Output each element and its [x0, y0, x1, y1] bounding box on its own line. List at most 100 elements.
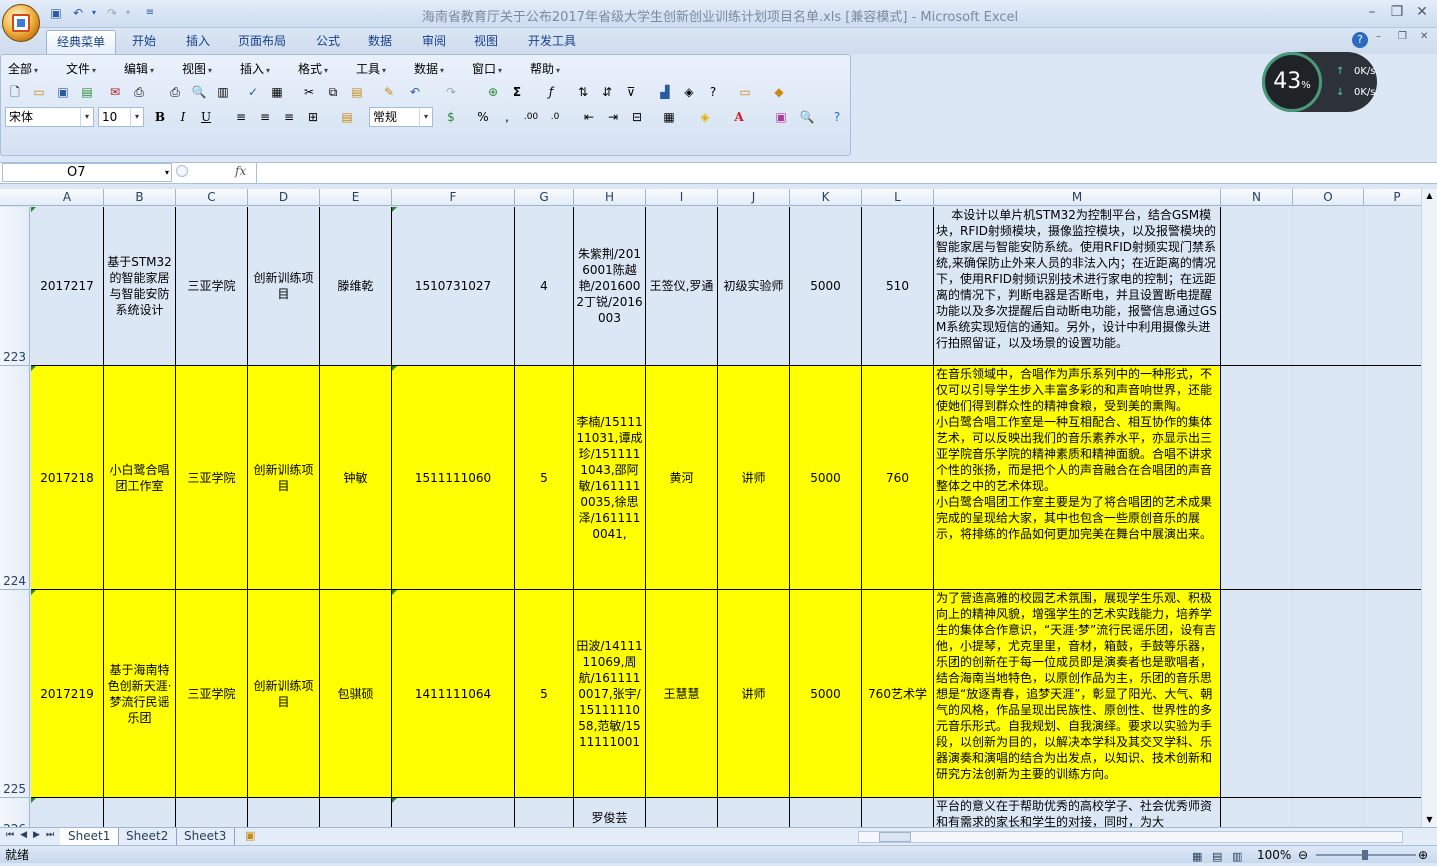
sheet-nav-icons[interactable]: ⏮◀▶⏭: [6, 830, 60, 840]
paste-icon[interactable]: ▤: [347, 82, 367, 102]
cell-I[interactable]: 黄河: [646, 366, 718, 589]
cell-C[interactable]: 三亚学院: [176, 590, 248, 797]
minimize-icon[interactable]: –: [1361, 3, 1383, 21]
tab-sheet3[interactable]: Sheet3: [176, 828, 236, 845]
cell-M[interactable]: 本设计以单片机STM32为控制平台，结合GSM模块，RFID射频模块，摄像监控模…: [934, 207, 1221, 365]
ribbon-close-icon[interactable]: ✕: [1420, 31, 1428, 42]
menu-help[interactable]: 帮助 ▾: [530, 61, 560, 77]
insert-function-icon[interactable]: fx: [235, 164, 246, 178]
tab-formulas[interactable]: 公式: [306, 30, 350, 54]
column-header-A[interactable]: A: [31, 189, 104, 206]
menu-insert[interactable]: 插入 ▾: [240, 61, 270, 77]
tab-view[interactable]: 视图: [464, 30, 508, 54]
increase-decimal-icon[interactable]: .00: [521, 107, 541, 127]
conditional-format-icon[interactable]: ▣: [771, 107, 791, 127]
cell-M[interactable]: 为了营造高雅的校园艺术氛围，展现学生乐观、积极向上的精神风貌，增强学生的艺术实践…: [934, 590, 1221, 797]
column-header-I[interactable]: I: [646, 189, 718, 206]
folder-icon[interactable]: ▭: [735, 82, 755, 102]
row-header[interactable]: 224: [0, 366, 30, 590]
zoom-out-icon[interactable]: ⊖: [1298, 846, 1308, 864]
cell-I[interactable]: 王慧慧: [646, 590, 718, 797]
format-painter-icon[interactable]: ✎: [379, 82, 399, 102]
tab-page-layout[interactable]: 页面布局: [228, 30, 296, 54]
comma-icon[interactable]: ,: [497, 107, 517, 127]
borders-icon[interactable]: ▦: [659, 107, 679, 127]
copy-icon[interactable]: ⧉: [323, 82, 343, 102]
column-header-L[interactable]: L: [862, 189, 934, 206]
menu-all[interactable]: 全部 ▾: [8, 61, 38, 77]
research2-icon[interactable]: ▦: [267, 82, 287, 102]
currency-icon[interactable]: $: [441, 107, 461, 127]
cell-K[interactable]: 5000: [790, 207, 862, 365]
name-box[interactable]: O7 ▾: [2, 163, 172, 182]
cell-N[interactable]: [1221, 590, 1293, 797]
cell-N[interactable]: [1221, 366, 1293, 589]
tab-review[interactable]: 审阅: [412, 30, 456, 54]
cell-N[interactable]: [1221, 207, 1293, 365]
horizontal-scrollbar[interactable]: [858, 831, 1403, 843]
cell-A[interactable]: 2017217: [31, 207, 104, 365]
print-preview-icon[interactable]: ⎙: [129, 82, 149, 102]
cell-M[interactable]: 在音乐领域中，合唱作为声乐系列中的一种形式，不仅可以引导学生步入丰富多彩的和声音…: [934, 366, 1221, 589]
cell-F[interactable]: 1510731027: [392, 207, 515, 365]
undo-icon[interactable]: ↶: [70, 5, 86, 21]
menu-data[interactable]: 数据 ▾: [414, 61, 444, 77]
normal-view-icon[interactable]: ▦: [1192, 848, 1202, 866]
cell-A[interactable]: 2017218: [31, 366, 104, 589]
cell-H[interactable]: 李楠/1511111031,谭成珍/1511111043,邵阿敏/1611110…: [574, 366, 646, 589]
row-header[interactable]: 223: [0, 207, 30, 366]
menu-tools[interactable]: 工具 ▾: [356, 61, 386, 77]
align-center-icon[interactable]: ≡: [255, 107, 275, 127]
column-header-B[interactable]: B: [104, 189, 176, 206]
tab-sheet1[interactable]: Sheet1: [60, 828, 120, 845]
zoom-help-icon[interactable]: ?: [703, 82, 723, 102]
cell-J[interactable]: 讲师: [718, 590, 790, 797]
cell-H[interactable]: 朱紫荆/2016001陈越艳/2016002丁锐/2016003: [574, 207, 646, 365]
tab-classic-menu[interactable]: 经典菜单: [46, 30, 117, 54]
cell-J[interactable]: 初级实验师: [718, 207, 790, 365]
fill-color-icon[interactable]: ◈: [695, 107, 715, 127]
preview-icon[interactable]: 🔍: [189, 82, 209, 102]
new-icon[interactable]: 🗋: [5, 82, 25, 102]
cell-F[interactable]: 1511111060: [392, 366, 515, 589]
zoom-slider-thumb[interactable]: [1362, 850, 1368, 860]
cell-K[interactable]: 5000: [790, 590, 862, 797]
function-icon[interactable]: ƒ: [541, 82, 561, 102]
diamond-icon[interactable]: ◆: [769, 82, 789, 102]
research-icon[interactable]: ▥: [213, 82, 233, 102]
formula-input[interactable]: [256, 163, 1437, 183]
find-icon[interactable]: 🔍: [797, 107, 817, 127]
save-icon[interactable]: ▣: [53, 82, 73, 102]
cell-B[interactable]: 小白鹭合唱团工作室: [104, 366, 176, 589]
tab-developer[interactable]: 开发工具: [518, 30, 586, 54]
increase-indent-icon[interactable]: ⇥: [603, 107, 623, 127]
column-header-N[interactable]: N: [1221, 189, 1293, 206]
page-layout-view-icon[interactable]: ▤: [1212, 848, 1222, 866]
cell-L[interactable]: 510: [862, 207, 934, 365]
undo-icon[interactable]: ↶: [405, 82, 425, 102]
cell-I[interactable]: 王签仪,罗通: [646, 207, 718, 365]
column-header-D[interactable]: D: [248, 189, 320, 206]
align-right-icon[interactable]: ≡: [279, 107, 299, 127]
decrease-decimal-icon[interactable]: .0: [545, 107, 565, 127]
cell-style-icon[interactable]: ▤: [337, 107, 357, 127]
column-header-O[interactable]: O: [1293, 189, 1364, 206]
hscroll-thumb[interactable]: [879, 832, 911, 842]
office-button[interactable]: [2, 4, 40, 42]
bold-button[interactable]: B: [150, 107, 170, 127]
column-header-M[interactable]: M: [934, 189, 1221, 206]
cut-icon[interactable]: ✂: [299, 82, 319, 102]
cell-L[interactable]: 760: [862, 366, 934, 589]
column-header-G[interactable]: G: [515, 189, 574, 206]
italic-button[interactable]: I: [173, 107, 193, 127]
column-header-F[interactable]: F: [392, 189, 515, 206]
undo-dropdown-icon[interactable]: ▾: [86, 5, 102, 21]
help2-icon[interactable]: ?: [827, 107, 847, 127]
filter-icon[interactable]: ⊽: [621, 82, 641, 102]
scroll-down-icon[interactable]: ▼: [1424, 815, 1435, 827]
cell-B[interactable]: 基于海南特色创新天涯·梦流行民谣乐团: [104, 590, 176, 797]
cell-L[interactable]: 760艺术学: [862, 590, 934, 797]
menu-window[interactable]: 窗口 ▾: [472, 61, 502, 77]
zoom-in-icon[interactable]: ⊕: [1418, 846, 1428, 864]
tab-data[interactable]: 数据: [358, 30, 402, 54]
